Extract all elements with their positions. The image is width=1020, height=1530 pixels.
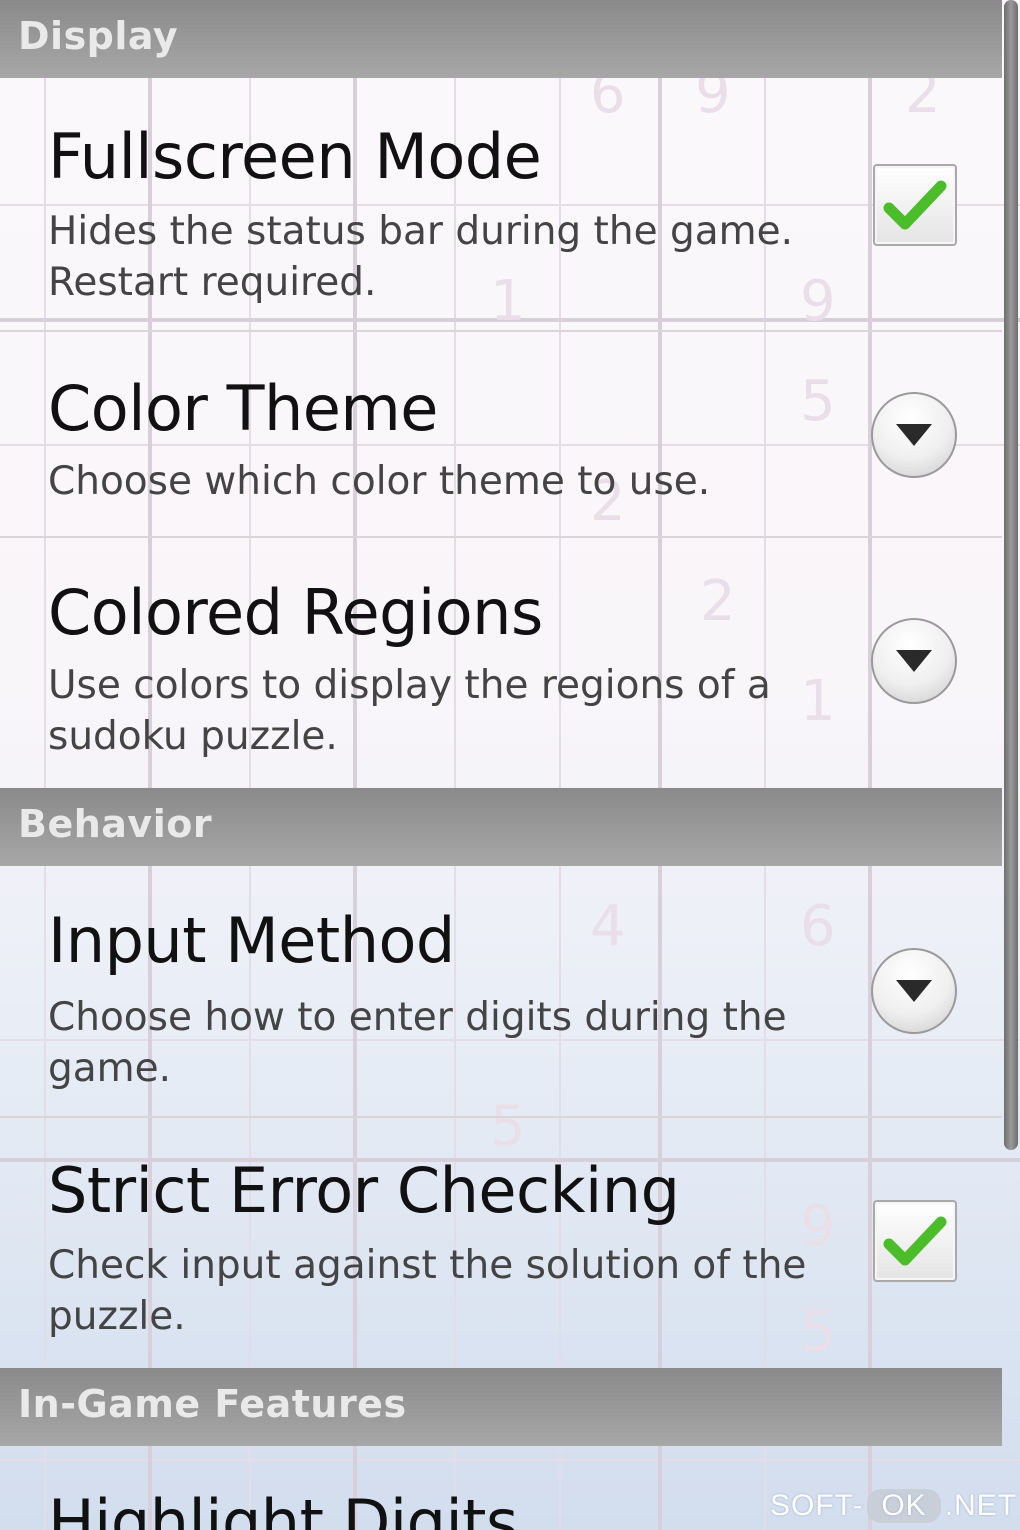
fullscreen-checkbox[interactable] xyxy=(873,164,957,246)
section-header-behavior: Behavior xyxy=(0,788,1002,866)
section-header-label: Behavior xyxy=(18,802,213,846)
chevron-down-icon xyxy=(896,424,932,446)
pref-fullscreen-mode[interactable]: Fullscreen Mode Hides the status bar dur… xyxy=(0,78,1002,332)
chevron-down-icon xyxy=(896,650,932,672)
color-theme-dropdown[interactable] xyxy=(871,392,957,478)
pref-summary: Hides the status bar during the game. Re… xyxy=(48,209,793,305)
pref-title: Input Method xyxy=(48,904,455,977)
pref-summary: Choose which color theme to use. xyxy=(48,459,711,504)
check-mark-icon xyxy=(883,180,947,230)
watermark-left: SOFT- xyxy=(770,1489,864,1522)
pref-strict-error-checking[interactable]: Strict Error Checking Check input agains… xyxy=(0,1118,1002,1368)
pref-title: Color Theme xyxy=(48,372,438,445)
pref-summary: Check input against the solution of the … xyxy=(48,1243,807,1339)
chevron-down-icon xyxy=(896,980,932,1002)
pref-summary: Use colors to display the regions of a s… xyxy=(48,663,771,759)
pref-title: Strict Error Checking xyxy=(48,1154,680,1227)
preferences-list: Display Fullscreen Mode Hides the status… xyxy=(0,0,1002,1530)
pref-title: Fullscreen Mode xyxy=(48,120,542,193)
watermark: SOFT- OK .NET xyxy=(770,1486,1017,1526)
pref-input-method[interactable]: Input Method Choose how to enter digits … xyxy=(0,866,1002,1118)
pref-title: Highlight Digits xyxy=(48,1486,518,1530)
section-header-in-game-features: In-Game Features xyxy=(0,1368,1002,1446)
section-header-display: Display xyxy=(0,0,1002,78)
section-header-label: In-Game Features xyxy=(18,1382,407,1426)
check-mark-icon xyxy=(883,1216,947,1266)
watermark-middle: OK xyxy=(867,1489,941,1523)
pref-title: Colored Regions xyxy=(48,576,543,649)
strict-error-checkbox[interactable] xyxy=(873,1200,957,1282)
colored-regions-dropdown[interactable] xyxy=(871,618,957,704)
pref-colored-regions[interactable]: Colored Regions Use colors to display th… xyxy=(0,538,1002,788)
scrollbar[interactable] xyxy=(1004,0,1018,1150)
pref-summary: Choose how to enter digits during the ga… xyxy=(48,995,787,1091)
pref-color-theme[interactable]: Color Theme Choose which color theme to … xyxy=(0,332,1002,538)
watermark-right: .NET xyxy=(944,1489,1018,1522)
section-header-label: Display xyxy=(18,14,179,58)
input-method-dropdown[interactable] xyxy=(871,948,957,1034)
